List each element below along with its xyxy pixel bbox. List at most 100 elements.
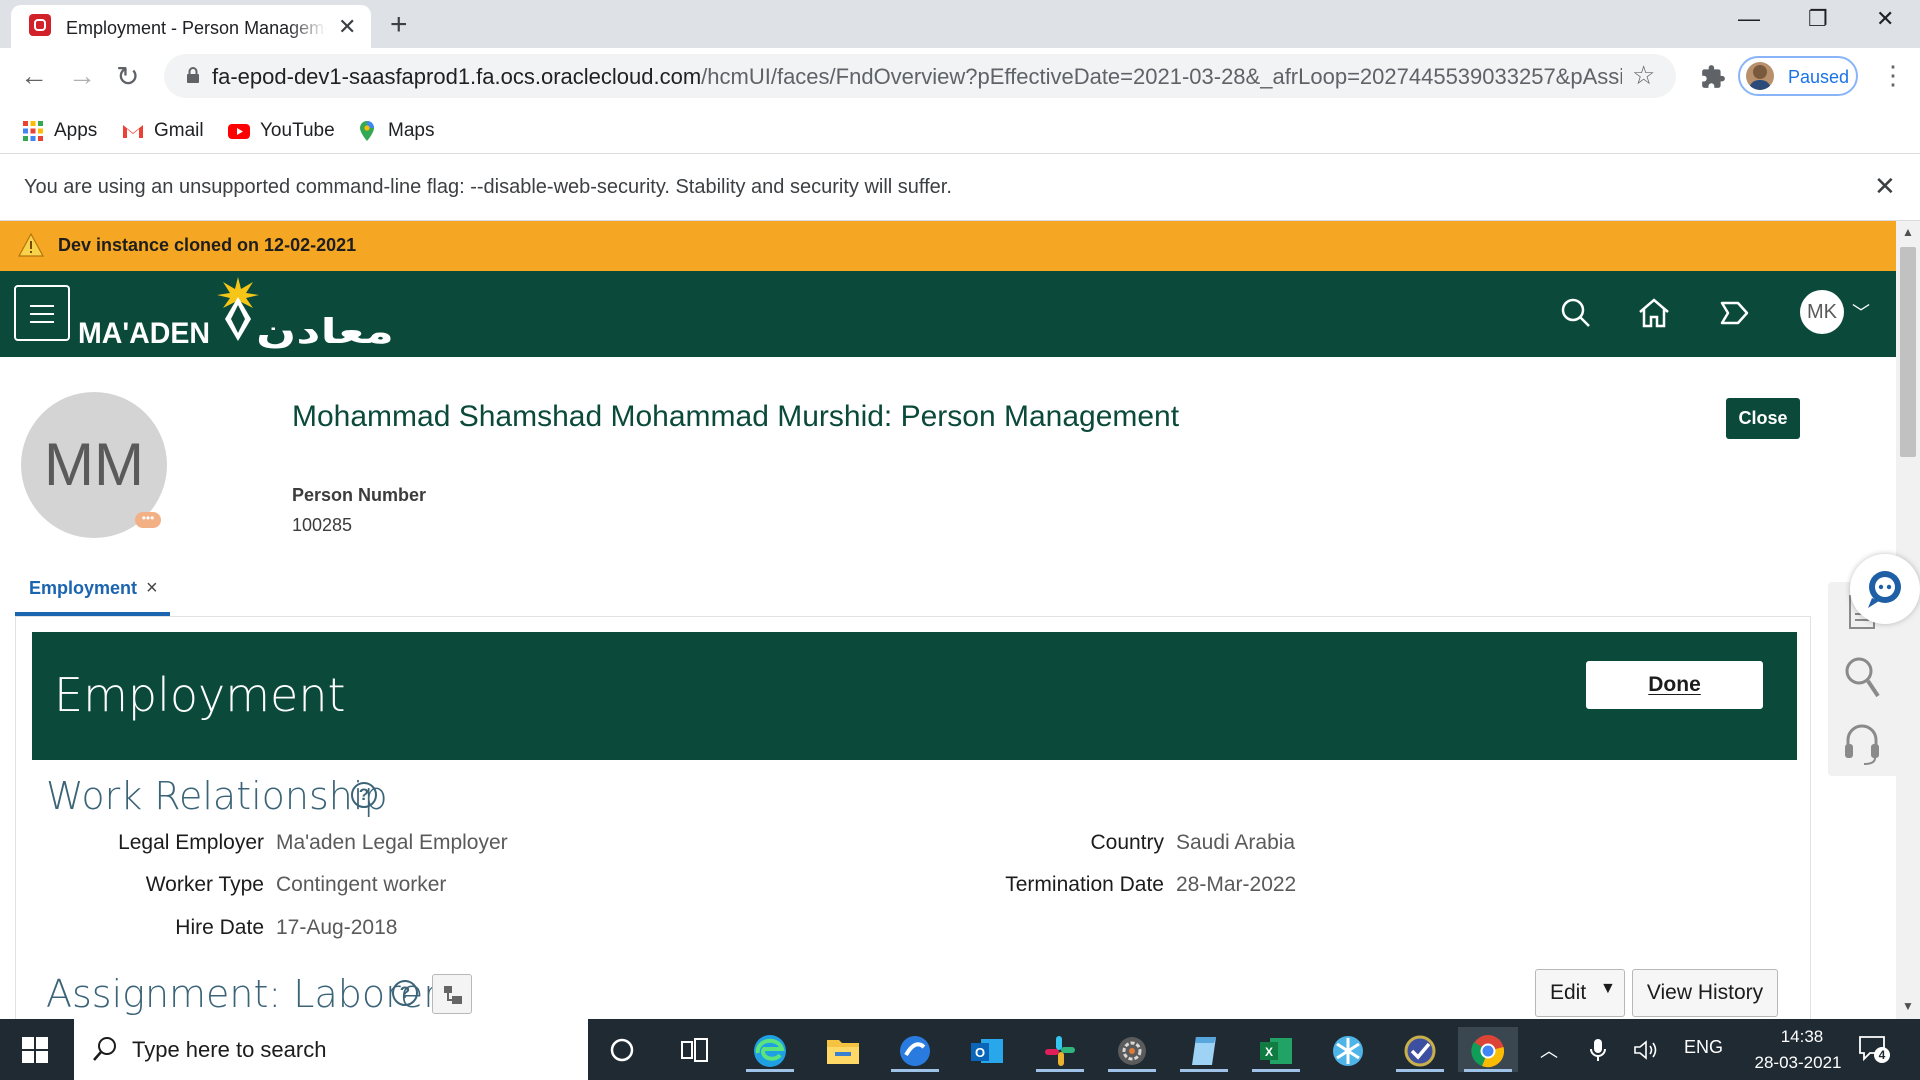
taskbar-settings-app[interactable] (1102, 1027, 1162, 1072)
scroll-down-icon[interactable]: ▼ (1902, 999, 1914, 1013)
windows-taskbar: Type here to search O X ︿ ENG 14:38 28-0… (0, 1019, 1920, 1080)
back-icon[interactable]: ← (20, 60, 48, 92)
svg-text:O: O (975, 1045, 985, 1060)
profile-status-label: Paused (1788, 67, 1850, 87)
dev-instance-banner: Dev instance cloned on 12-02-2021 (0, 221, 1896, 271)
work-relationship-title: Work Relationship (46, 774, 388, 818)
forward-icon[interactable]: → (68, 60, 96, 92)
scroll-up-icon[interactable]: ▲ (1902, 225, 1914, 239)
infobar-close-icon[interactable]: ✕ (1874, 171, 1896, 202)
home-icon[interactable] (1634, 293, 1674, 333)
done-button[interactable]: Done (1586, 661, 1763, 709)
headset-icon[interactable] (1842, 722, 1882, 766)
tab-title: Employment - Person Management (66, 18, 326, 38)
maaden-logo[interactable]: MA'ADEN معادن (78, 277, 398, 357)
bookmark-maps[interactable]: Maps (356, 116, 434, 146)
legal-employer-label: Legal Employer (118, 831, 264, 854)
taskbar-outlook[interactable]: O (957, 1027, 1017, 1072)
url-text: fa-epod-dev1-saasfaprod1.fa.ocs.oraclecl… (212, 64, 1622, 89)
microphone-icon[interactable] (1588, 1037, 1608, 1063)
more-actions-icon[interactable]: ••• (135, 512, 161, 528)
user-avatar[interactable]: MK (1800, 290, 1844, 334)
termination-date-value: 28-Mar-2022 (1176, 873, 1297, 896)
bookmark-youtube[interactable]: YouTube (228, 116, 335, 146)
bookmark-apps[interactable]: Apps (22, 116, 97, 146)
input-language[interactable]: ENG (1684, 1037, 1723, 1058)
bookmark-gmail[interactable]: Gmail (122, 116, 204, 146)
tray-overflow-icon[interactable]: ︿ (1540, 1037, 1558, 1063)
taskbar-edge[interactable] (740, 1027, 800, 1072)
close-button[interactable]: Close (1726, 398, 1800, 439)
search-icon (93, 1037, 116, 1061)
taskbar-search-input[interactable]: Type here to search (74, 1019, 588, 1080)
worker-type-label: Worker Type (145, 873, 264, 896)
browser-toolbar: ← → ↻ fa-epod-dev1-saasfaprod1.fa.ocs.or… (0, 48, 1920, 110)
employment-heading: Employment (54, 668, 346, 722)
hire-date-value: 17-Aug-2018 (276, 916, 398, 939)
taskbar-chrome[interactable] (1458, 1027, 1518, 1072)
scrollbar-thumb[interactable] (1900, 247, 1916, 457)
assignment-title: Assignment: Laborer (46, 972, 439, 1016)
tab-close-icon[interactable]: ✕ (338, 14, 356, 40)
action-center-button[interactable]: 4 (1858, 1035, 1890, 1063)
taskbar-app-blue[interactable] (885, 1027, 945, 1072)
extensions-puzzle-icon[interactable] (1700, 64, 1726, 90)
taskbar-app-check[interactable] (1390, 1027, 1450, 1072)
reload-icon[interactable]: ↻ (116, 60, 139, 93)
tab-employment[interactable]: Employment × (15, 572, 170, 616)
task-view-icon[interactable] (680, 1036, 710, 1064)
edit-label: Edit (1550, 981, 1587, 1004)
bookmark-label: Apps (54, 120, 98, 141)
address-bar[interactable]: fa-epod-dev1-saasfaprod1.fa.ocs.oraclecl… (164, 54, 1676, 98)
clock-time[interactable]: 14:38 (1762, 1027, 1842, 1047)
volume-icon[interactable] (1632, 1038, 1660, 1062)
hierarchy-button[interactable] (432, 974, 472, 1014)
search-icon[interactable] (1556, 293, 1596, 333)
done-label: Done (1648, 673, 1701, 696)
browser-menu-icon[interactable]: ⋮ (1880, 60, 1906, 91)
lock-icon (187, 67, 199, 83)
employment-header-band: Employment Done (32, 632, 1797, 760)
window-close-icon[interactable]: ✕ (1876, 6, 1894, 32)
chat-assistant-button[interactable] (1850, 554, 1920, 624)
magnifier-icon[interactable] (1844, 656, 1882, 700)
browser-tab[interactable]: Employment - Person Management ✕ (11, 5, 371, 48)
restore-icon[interactable]: ❐ (1808, 6, 1828, 32)
help-icon[interactable]: ? (351, 782, 377, 808)
bookmark-label: YouTube (260, 120, 335, 141)
person-number-value: 100285 (292, 515, 353, 535)
minimize-icon[interactable]: — (1738, 6, 1760, 32)
taskbar-slack[interactable] (1030, 1027, 1090, 1072)
notification-count-badge: 4 (1874, 1047, 1890, 1063)
help-icon[interactable]: ? (392, 980, 418, 1006)
infobar-message: You are using an unsupported command-lin… (24, 176, 952, 198)
apps-grid-icon (23, 121, 43, 141)
profile-avatar (1746, 62, 1774, 90)
new-tab-icon[interactable]: + (390, 8, 408, 42)
hire-date-label: Hire Date (175, 916, 264, 939)
slack-icon (1045, 1036, 1075, 1066)
dev-banner-text: Dev instance cloned on 12-02-2021 (58, 235, 357, 255)
navigator-menu-button[interactable] (14, 285, 70, 341)
notifications-icon[interactable] (1714, 293, 1754, 333)
oracle-favicon-icon (29, 14, 51, 36)
windows-start-icon[interactable] (22, 1037, 48, 1063)
maps-pin-icon (360, 121, 374, 141)
bookmark-star-icon[interactable]: ☆ (1632, 60, 1655, 91)
taskbar-notepad[interactable] (1174, 1027, 1234, 1072)
chevron-down-icon[interactable]: ﹀ (1852, 299, 1870, 325)
view-history-button[interactable]: View History (1632, 969, 1778, 1017)
notepad-icon (1192, 1037, 1216, 1065)
taskbar-file-explorer[interactable] (813, 1027, 873, 1072)
snowflake-icon (1333, 1036, 1363, 1066)
taskbar-excel[interactable]: X (1246, 1027, 1306, 1072)
person-number-label: Person Number (292, 485, 427, 505)
edit-menu-button[interactable]: Edit ▼ (1535, 969, 1625, 1017)
gmail-icon (123, 125, 143, 138)
profile-button[interactable]: Paused (1738, 56, 1858, 96)
cortana-icon[interactable] (608, 1036, 636, 1064)
worker-type-value: Contingent worker (276, 873, 447, 896)
tab-close-icon[interactable]: × (146, 577, 158, 600)
clock-date[interactable]: 28-03-2021 (1748, 1053, 1848, 1073)
taskbar-app-snowflake[interactable] (1318, 1027, 1378, 1072)
